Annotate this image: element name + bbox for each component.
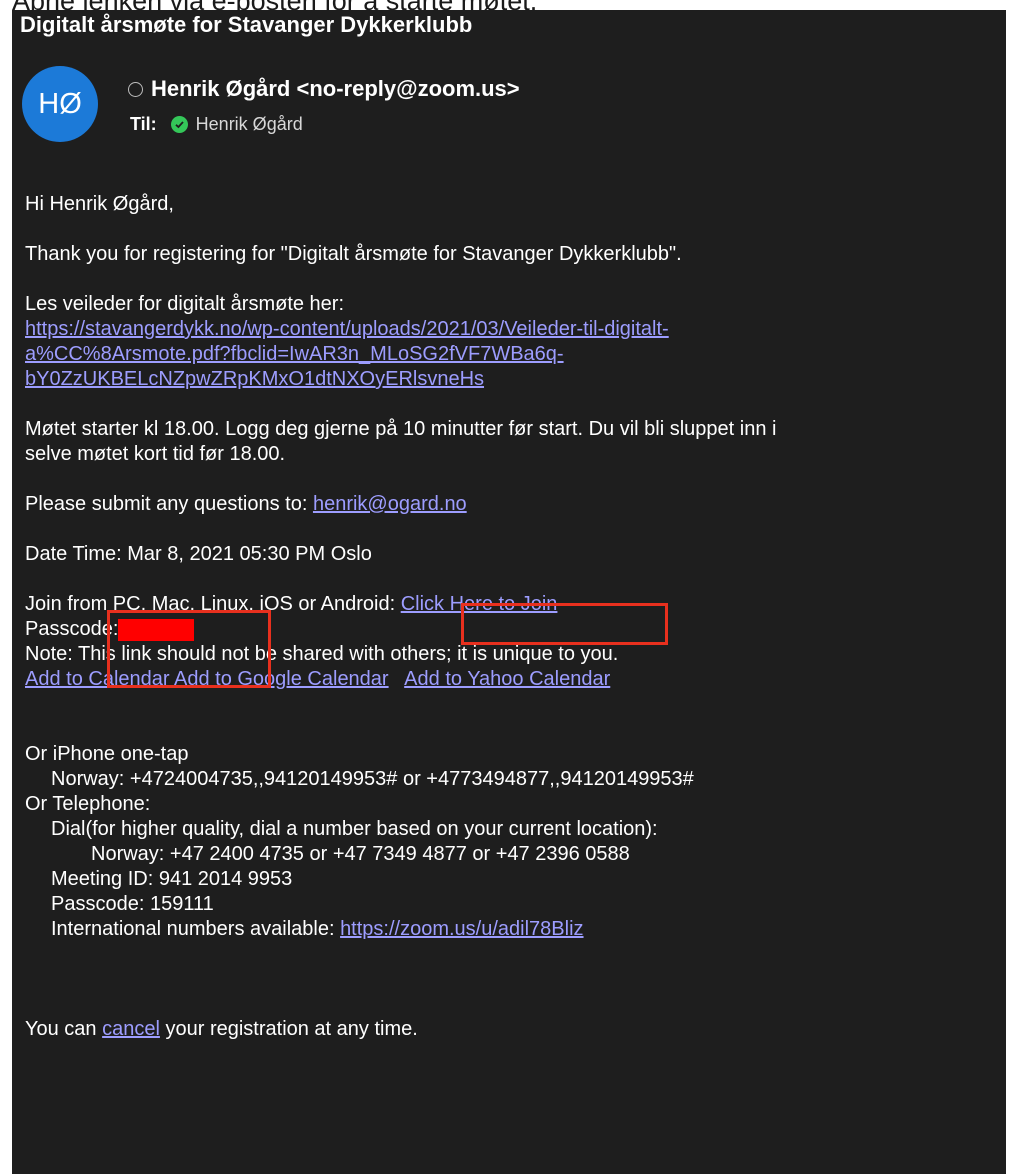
international-line: International numbers available: https:/… — [25, 917, 995, 942]
unread-ring-icon — [128, 81, 143, 97]
guide-link-line-3[interactable]: bY0ZzUKBELcNZpwZRpKMxO1dtNXOyERlsvneHs — [25, 368, 484, 390]
email-view: Digitalt årsmøte for Stavanger Dykkerklu… — [12, 10, 1006, 1174]
highlight-box-passcode — [107, 610, 271, 688]
guide-link-line-1[interactable]: https://stavangerdykk.no/wp-content/uplo… — [25, 318, 669, 340]
date-time: Date Time: Mar 8, 2021 05:30 PM Oslo — [25, 543, 372, 565]
guide-label: Les veileder for digitalt årsmøte her: — [25, 293, 345, 315]
greeting: Hi Henrik Øgård, — [25, 193, 174, 215]
dial-norway: Norway: +47 2400 4735 or +47 7349 4877 o… — [91, 843, 630, 865]
sender-name[interactable]: Henrik Øgård <no-reply@zoom.us> — [151, 76, 520, 102]
cancel-link[interactable]: cancel — [102, 1018, 160, 1040]
iphone-norway: Norway: +4724004735,,94120149953# or +47… — [51, 768, 694, 790]
phone-passcode: Passcode: 159111 — [51, 893, 214, 915]
check-icon — [170, 116, 188, 133]
sender-row: Henrik Øgård <no-reply@zoom.us> — [128, 76, 520, 102]
recipient-row: Til: Henrik Øgård — [130, 114, 303, 135]
telephone-title: Or Telephone: — [25, 793, 151, 815]
cancel-prefix: You can — [25, 1018, 103, 1040]
questions-email-link[interactable]: henrik@ogard.no — [313, 493, 467, 515]
highlight-box-join-link — [461, 603, 668, 645]
recipient-name[interactable]: Henrik Øgård — [196, 114, 303, 135]
add-to-yahoo-calendar-link[interactable]: Add to Yahoo Calendar — [404, 668, 610, 690]
cancel-line: You can cancel your registration at any … — [25, 1017, 995, 1042]
start-info-line-2: selve møtet kort tid før 18.00. — [25, 443, 286, 465]
passcode-label: Passcode: — [25, 618, 119, 640]
questions-label: Please submit any questions to: — [25, 493, 313, 515]
cancel-suffix: your registration at any time. — [159, 1018, 418, 1040]
to-label: Til: — [130, 114, 157, 134]
dial-text: Dial(for higher quality, dial a number b… — [51, 818, 658, 840]
guide-link-line-2[interactable]: a%CC%8Arsmote.pdf?fbclid=IwAR3n_MLoSG2fV… — [25, 343, 564, 365]
meeting-id: Meeting ID: 941 2014 9953 — [51, 868, 293, 890]
international-label: International numbers available: — [51, 918, 341, 940]
email-subject: Digitalt årsmøte for Stavanger Dykkerklu… — [20, 12, 473, 37]
questions-line: Please submit any questions to: henrik@o… — [25, 492, 995, 517]
sender-avatar: HØ — [22, 66, 98, 142]
start-info-line-1: Møtet starter kl 18.00. Logg deg gjerne … — [25, 418, 777, 440]
international-link[interactable]: https://zoom.us/u/adil78Bliz — [340, 918, 583, 940]
thanks-text: Thank you for registering for "Digitalt … — [25, 243, 682, 265]
iphone-title: Or iPhone one-tap — [25, 743, 189, 765]
